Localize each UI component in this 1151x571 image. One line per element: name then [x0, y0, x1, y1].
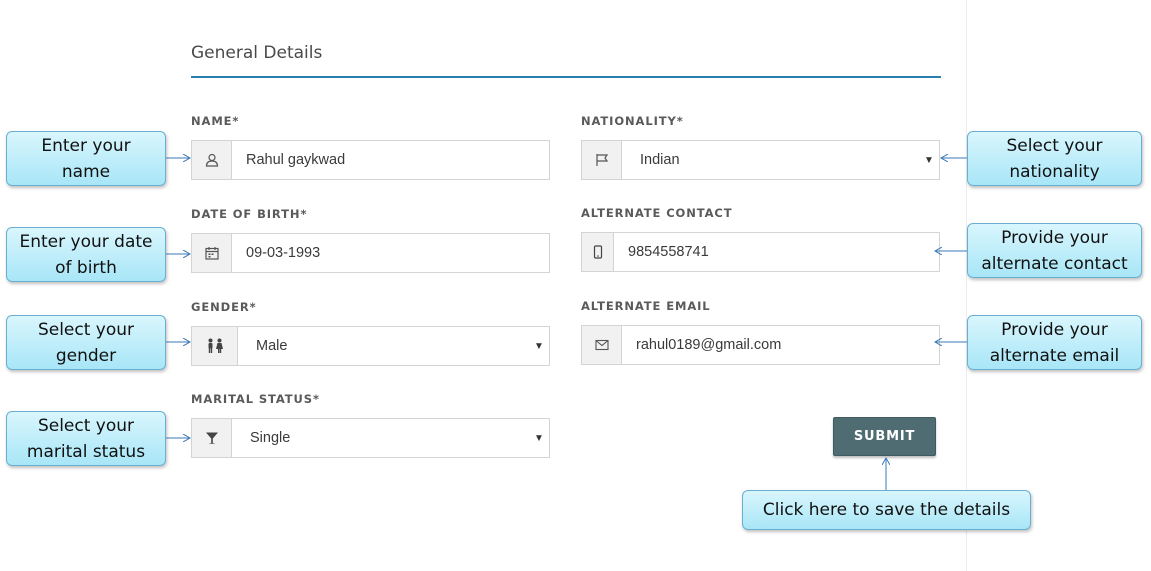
callout-arrows [166, 0, 967, 490]
